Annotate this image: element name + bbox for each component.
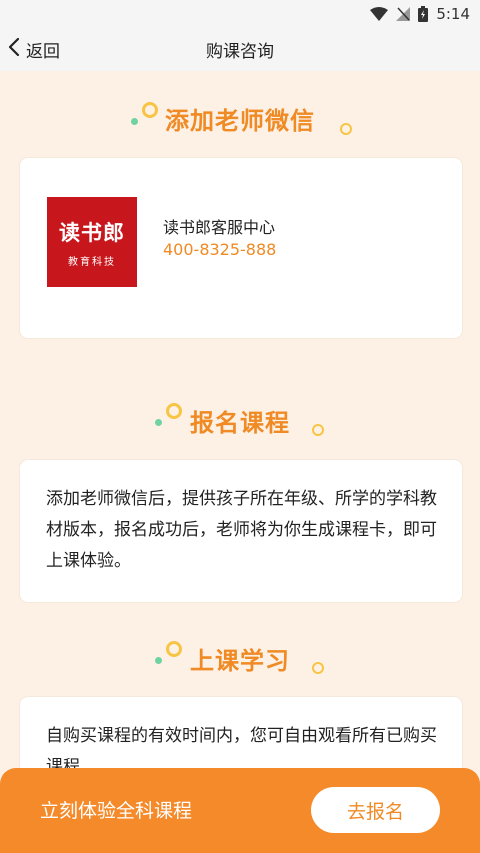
- contact-name: 读书郎客服中心: [163, 218, 276, 237]
- yellow-ring-decoration: [312, 424, 324, 436]
- signup-card: 添加老师微信后，提供孩子所在年级、所学的学科教材版本，报名成功后，老师将为你生成…: [20, 460, 462, 602]
- signup-description: 添加老师微信后，提供孩子所在年级、所学的学科教材版本，报名成功后，老师将为你生成…: [46, 489, 437, 571]
- logo-main-text: 读书郎: [59, 220, 125, 245]
- yellow-ring-decoration: [142, 102, 158, 118]
- battery-charging-icon: [418, 5, 429, 22]
- no-signal-icon: [396, 6, 411, 21]
- back-button[interactable]: 返回: [8, 27, 60, 71]
- yellow-ring-decoration: [166, 403, 182, 419]
- promo-text: 立刻体验全科课程: [40, 800, 193, 822]
- section-title-label: 上课学习: [190, 646, 290, 675]
- section-title-signup: 报名课程: [0, 398, 480, 442]
- company-logo: 读书郎 教育科技: [47, 197, 137, 287]
- section-title-study: 上课学习: [0, 636, 480, 680]
- green-dot-decoration: [155, 419, 162, 426]
- wifi-icon: [370, 6, 389, 21]
- green-dot-decoration: [155, 657, 162, 664]
- section-title-label: 报名课程: [190, 408, 290, 437]
- nav-bar: 返回 购课咨询: [0, 27, 480, 71]
- yellow-ring-decoration: [340, 123, 352, 135]
- chevron-left-icon: [8, 37, 20, 62]
- yellow-ring-decoration: [166, 641, 182, 657]
- page-title: 购课咨询: [206, 41, 274, 62]
- bottom-action-bar: 立刻体验全科课程 去报名: [0, 768, 480, 853]
- green-dot-decoration: [131, 118, 138, 125]
- back-label: 返回: [26, 41, 60, 62]
- contact-card: 读书郎 教育科技 读书郎客服中心 400-8325-888: [20, 158, 462, 338]
- section-title-wechat: 添加老师微信: [0, 96, 480, 140]
- signup-button[interactable]: 去报名: [311, 787, 440, 833]
- logo-sub-text: 教育科技: [68, 256, 116, 268]
- status-bar: 5:14: [0, 0, 480, 27]
- section-title-label: 添加老师微信: [165, 106, 315, 135]
- yellow-ring-decoration: [312, 662, 324, 674]
- status-time: 5:14: [436, 4, 470, 23]
- contact-phone[interactable]: 400-8325-888: [163, 240, 276, 259]
